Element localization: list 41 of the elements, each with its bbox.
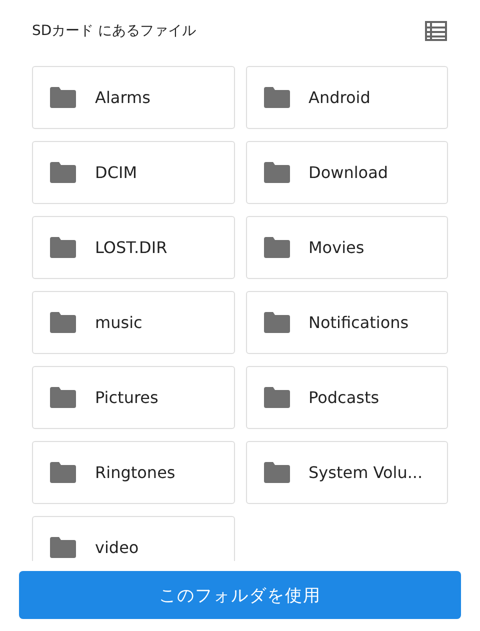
folder-card[interactable]: Pictures (32, 366, 234, 429)
list-view-icon[interactable] (425, 21, 447, 41)
folder-card[interactable]: Podcasts (246, 366, 448, 429)
folder-card[interactable]: Movies (246, 216, 448, 279)
folder-icon (264, 387, 290, 408)
folder-card[interactable]: Ringtones (32, 441, 234, 504)
folder-icon (50, 87, 76, 108)
folder-card[interactable]: LOST.DIR (32, 216, 234, 279)
folder-name: Alarms (95, 88, 150, 107)
folder-icon (264, 87, 290, 108)
folder-card[interactable]: music (32, 291, 234, 354)
folder-name: Download (308, 163, 388, 182)
folder-name: DCIM (95, 163, 138, 182)
folder-name: video (95, 538, 139, 557)
folder-name: music (95, 313, 142, 332)
folder-name: Movies (308, 238, 364, 257)
folder-card[interactable]: System Volu... (246, 441, 448, 504)
folder-name: Pictures (95, 388, 158, 407)
folder-icon (264, 462, 290, 483)
folder-icon (50, 537, 76, 558)
folder-card[interactable]: Download (246, 141, 448, 204)
folder-card[interactable]: Notifications (246, 291, 448, 354)
folder-icon (50, 312, 76, 333)
folder-icon (264, 312, 290, 333)
folder-card[interactable]: Android (246, 66, 448, 129)
use-folder-button[interactable]: このフォルダを使用 (19, 571, 461, 619)
folder-icon (264, 162, 290, 183)
folder-name: Android (308, 88, 370, 107)
folder-name: LOST.DIR (95, 238, 168, 257)
folder-name: Notifications (308, 313, 409, 332)
folder-icon (50, 237, 76, 258)
folder-icon (50, 162, 76, 183)
folder-name: System Volu... (308, 463, 423, 482)
folder-card[interactable]: Alarms (32, 66, 234, 129)
folder-icon (264, 237, 290, 258)
folder-name: Ringtones (95, 463, 176, 482)
screen-title: SDカード にあるファイル (32, 22, 196, 40)
folder-icon (50, 462, 76, 483)
folder-card[interactable]: DCIM (32, 141, 234, 204)
folder-name: Podcasts (308, 388, 380, 407)
folder-icon (50, 387, 76, 408)
